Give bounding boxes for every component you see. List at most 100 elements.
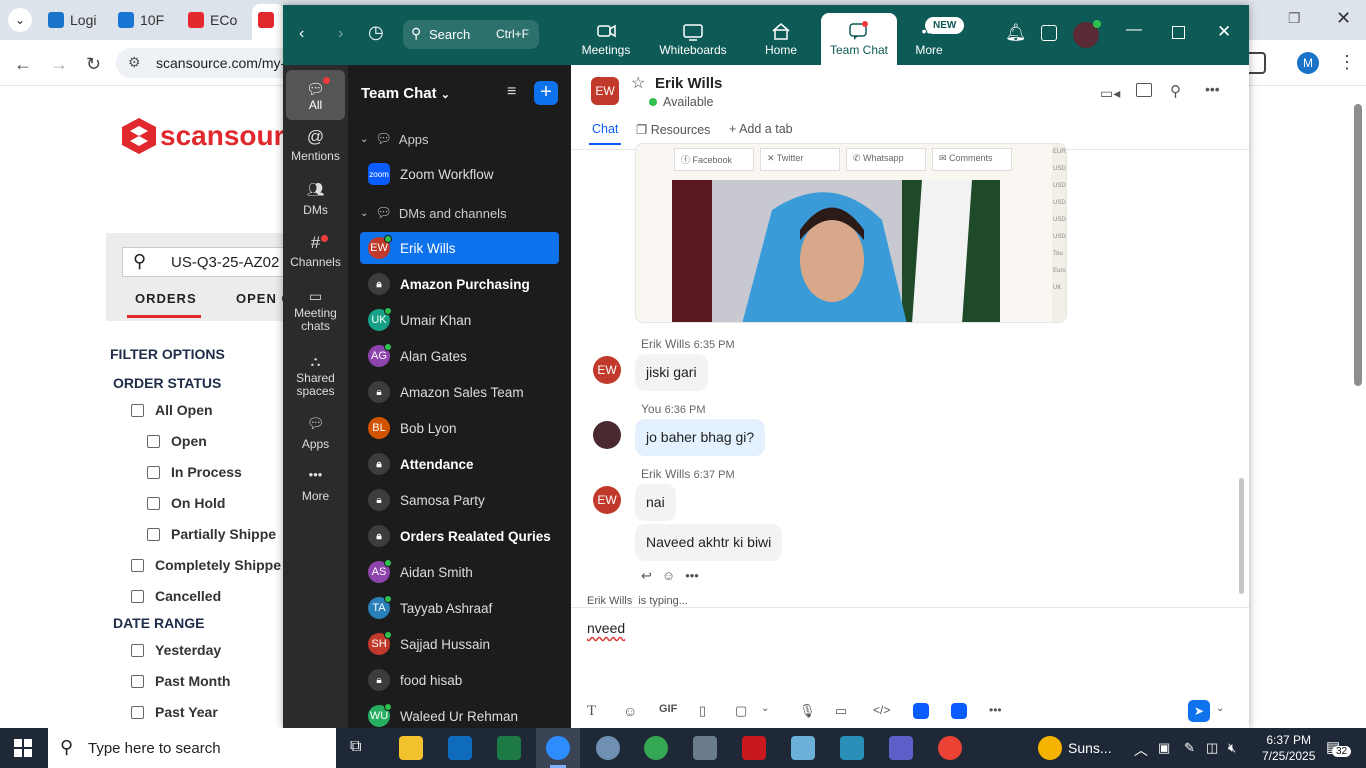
filter-completely-shipped[interactable]: Completely Shippe — [131, 557, 281, 573]
filter-yesterday[interactable]: Yesterday — [131, 642, 221, 658]
chevron-down-icon[interactable]: ⌄ — [761, 703, 769, 714]
teams-icon[interactable] — [889, 736, 913, 760]
search-icon[interactable]: ⚲ — [1170, 82, 1181, 100]
restore-window-icon[interactable]: ❐ — [1288, 10, 1301, 27]
checkbox[interactable] — [131, 705, 144, 719]
screenshot-icon[interactable]: ▢ — [735, 703, 747, 719]
contact-name[interactable]: Erik Wills — [655, 75, 722, 92]
shared-image-card[interactable]: ⓕ Facebook ✕ Twitter ✆ Whatsapp ✉ Commen… — [635, 143, 1067, 323]
filter-open[interactable]: Open — [147, 433, 207, 449]
sidebar-item-zoom-workflow[interactable]: zoom Zoom Workflow — [360, 158, 559, 190]
browser-menu-icon[interactable]: ⋮ — [1338, 52, 1356, 73]
browser-tab-2[interactable]: 10F — [118, 6, 164, 34]
message-composer[interactable]: nveed T ☺ GIF ▯ ▢ ⌄ 🎙︎ ▭ </> ••• ➤ ⌄ — [571, 607, 1249, 728]
sidebar-item-tayyab-ashraaf[interactable]: TA Tayyab Ashraaf — [360, 592, 559, 624]
reply-icon[interactable]: ↩ — [641, 568, 652, 584]
rail-more[interactable]: ••• More — [286, 467, 345, 503]
site-info-icon[interactable]: ⚙ — [128, 54, 141, 71]
close-icon[interactable]: ✕ — [1217, 22, 1231, 42]
code-snippet-icon[interactable]: </> — [873, 703, 890, 717]
zoom-taskbar-active[interactable] — [536, 728, 580, 768]
contact-avatar[interactable]: EW — [591, 77, 619, 105]
emoji-icon[interactable]: ☺ — [623, 703, 637, 719]
sidebar-item-sajjad-hussain[interactable]: SH Sajjad Hussain — [360, 628, 559, 660]
filter-all-open[interactable]: All Open — [131, 402, 213, 418]
format-text-icon[interactable]: T — [587, 703, 596, 720]
outlook-icon[interactable] — [448, 736, 472, 760]
more-options-icon[interactable]: ••• — [685, 568, 699, 584]
share-comments-button[interactable]: ✉ Comments — [932, 148, 1012, 171]
notes-app-icon[interactable] — [791, 736, 815, 760]
sidebar-item-amazon-sales-team[interactable]: 🔒︎ Amazon Sales Team — [360, 376, 559, 408]
star-icon[interactable]: ☆ — [631, 73, 645, 93]
scansource-logo[interactable]: scansour — [122, 118, 285, 154]
tab-orders[interactable]: ORDERS — [135, 291, 197, 306]
sidebar-item-bob-lyon[interactable]: BL Bob Lyon — [360, 412, 559, 444]
more-options-icon[interactable]: ••• — [989, 703, 1002, 717]
maximize-icon[interactable] — [1172, 26, 1185, 39]
address-bar[interactable]: ⚙ scansource.com/my- — [116, 48, 296, 78]
new-chat-button[interactable]: + — [534, 81, 558, 105]
rail-meeting-chats[interactable]: ▭ Meeting chats — [286, 285, 345, 333]
checkbox[interactable] — [147, 527, 160, 541]
filter-past-year[interactable]: Past Year — [131, 704, 218, 720]
wifi-icon[interactable]: ◫ — [1206, 740, 1218, 756]
filezilla-icon[interactable] — [742, 736, 766, 760]
taskbar-clock[interactable]: 6:37 PM 7/25/2025 — [1262, 733, 1315, 763]
checkbox[interactable] — [147, 496, 160, 510]
sidebar-item-food-hisab[interactable]: 🔒︎ food hisab — [360, 664, 559, 696]
checkbox[interactable] — [131, 403, 144, 417]
sidebar-item-alan-gates[interactable]: AG Alan Gates — [360, 340, 559, 372]
browser-close-icon[interactable]: ✕ — [1336, 8, 1351, 29]
zoom-search-box[interactable]: ⚲ Search Ctrl+F — [403, 20, 539, 49]
snipping-tool-icon[interactable] — [596, 736, 620, 760]
message-bubble[interactable]: jiski gari — [635, 354, 708, 391]
rail-dms[interactable]: 👥︎ DMs — [286, 181, 345, 217]
message-bubble[interactable]: nai — [635, 484, 676, 521]
rail-channels[interactable]: # Channels — [286, 233, 345, 269]
back-arrow-icon[interactable]: ← — [14, 54, 32, 75]
profile-avatar[interactable]: M — [1297, 52, 1319, 74]
minimize-icon[interactable]: — — [1126, 21, 1142, 39]
forward-arrow-icon[interactable]: → — [50, 54, 68, 75]
app-icon[interactable] — [840, 736, 864, 760]
section-dms-channels[interactable]: ⌄ 💬︎ DMs and channels — [360, 205, 507, 221]
tab-list-chevron-icon[interactable]: ⌄ — [8, 8, 32, 32]
forward-arrow-icon[interactable]: › — [338, 25, 343, 43]
filter-icon[interactable]: ≡ — [507, 83, 516, 101]
back-arrow-icon[interactable]: ‹ — [299, 25, 304, 43]
subtab-chat[interactable]: Chat — [592, 122, 618, 136]
subtab-add-tab[interactable]: + Add a tab — [729, 122, 793, 136]
tab-team-chat[interactable]: Team Chat — [821, 13, 897, 65]
rail-mentions[interactable]: @ Mentions — [286, 127, 345, 163]
add-reaction-icon[interactable]: ☺ — [662, 568, 675, 584]
share-screen-icon[interactable] — [1136, 83, 1152, 97]
rail-shared-spaces[interactable]: ⛬ Shared spaces — [286, 350, 345, 398]
share-whatsapp-button[interactable]: ✆ Whatsapp — [846, 148, 926, 171]
network-device-icon[interactable]: ▣ — [1158, 740, 1170, 756]
sidebar-item-erik-wills[interactable]: EW Erik Wills — [360, 232, 559, 264]
self-avatar[interactable] — [593, 421, 621, 449]
sidebar-item-aidan-smith[interactable]: AS Aidan Smith — [360, 556, 559, 588]
more-options-icon[interactable]: ••• — [1205, 81, 1220, 97]
send-button[interactable]: ➤ — [1188, 700, 1210, 722]
excel-icon[interactable] — [497, 736, 521, 760]
sender-avatar[interactable]: EW — [593, 486, 621, 514]
tab-whiteboards[interactable]: Whiteboards — [655, 13, 731, 65]
calculator-icon[interactable] — [693, 736, 717, 760]
filter-past-month[interactable]: Past Month — [131, 673, 230, 689]
zoom-app-icon[interactable] — [913, 703, 929, 719]
weather-text[interactable]: Suns... — [1068, 740, 1112, 756]
message-bubble[interactable]: jo baher bhag gi? — [635, 419, 766, 456]
volume-muted-icon[interactable]: 🔇︎ — [1228, 740, 1236, 756]
filter-cancelled[interactable]: Cancelled — [131, 588, 221, 604]
sender-avatar[interactable]: EW — [593, 356, 621, 384]
checkbox[interactable] — [147, 434, 160, 448]
chrome-profile-icon[interactable] — [938, 736, 962, 760]
video-call-icon[interactable]: ▭◂ — [1100, 85, 1120, 102]
attach-file-icon[interactable]: ▯ — [699, 703, 706, 719]
sidebar-item-amazon-purchasing[interactable]: 🔒︎ Amazon Purchasing — [360, 268, 559, 300]
rail-all[interactable]: 💬︎ All — [286, 70, 345, 120]
gif-button[interactable]: GIF — [659, 703, 677, 715]
windows-start-icon[interactable] — [14, 739, 32, 757]
